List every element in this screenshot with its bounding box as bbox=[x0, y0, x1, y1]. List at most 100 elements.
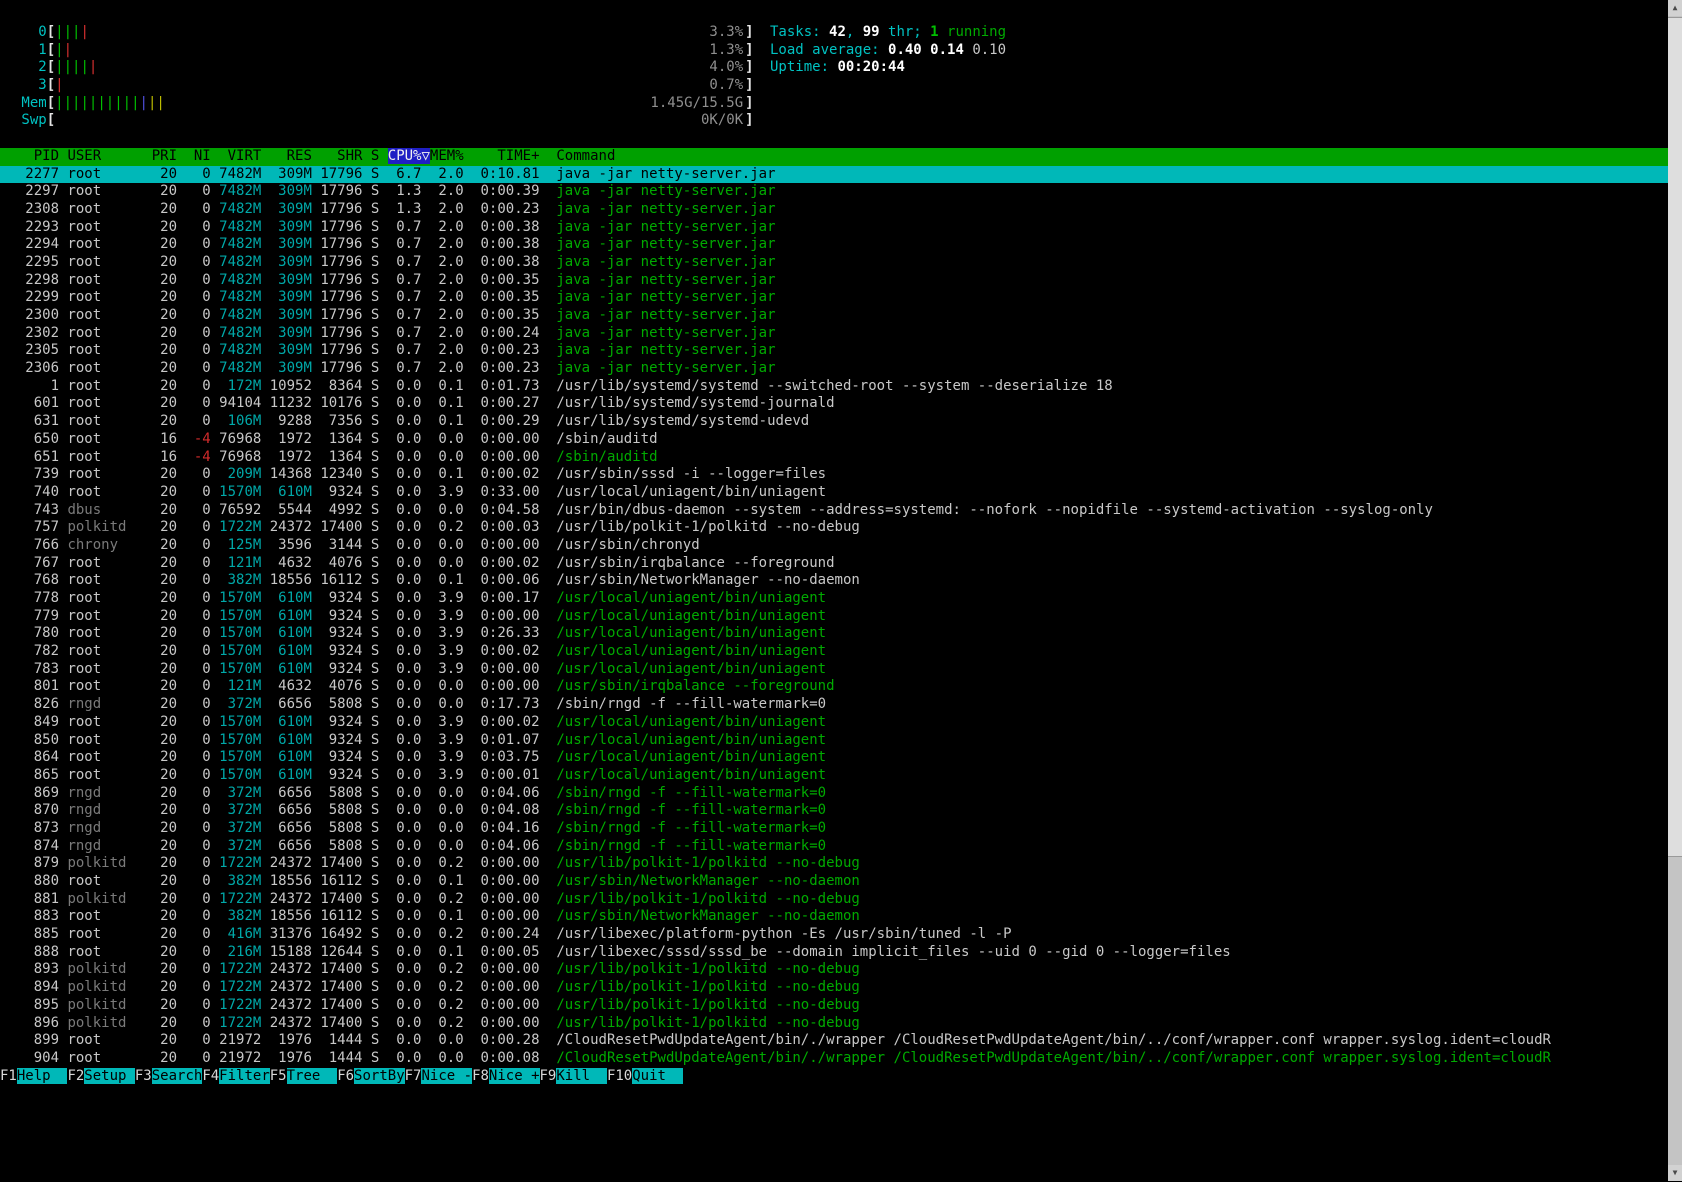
process-row[interactable]: 2306 root 20 0 7482M 309M 17796 S 0.7 2.… bbox=[0, 360, 1668, 378]
process-row[interactable]: 869 rngd 20 0 372M 6656 5808 S 0.0 0.0 0… bbox=[0, 785, 1668, 803]
scrollbar[interactable]: ▲ ▼ bbox=[1668, 0, 1682, 1181]
process-row[interactable]: 865 root 20 0 1570M 610M 9324 S 0.0 3.9 … bbox=[0, 767, 1668, 785]
fnkey-filter[interactable]: F4Filter bbox=[202, 1067, 270, 1084]
cell-shr: 17400 bbox=[320, 979, 371, 996]
process-row[interactable]: 2302 root 20 0 7482M 309M 17796 S 0.7 2.… bbox=[0, 325, 1668, 343]
cell-shr: 17400 bbox=[320, 1014, 371, 1031]
column-header-mem[interactable]: MEM% bbox=[430, 148, 472, 164]
fnkey-search[interactable]: F3Search bbox=[135, 1067, 203, 1084]
process-row[interactable]: 2295 root 20 0 7482M 309M 17796 S 0.7 2.… bbox=[0, 254, 1668, 272]
fnkey-help[interactable]: F1Help bbox=[0, 1067, 68, 1084]
process-row[interactable]: 743 dbus 20 0 76592 5544 4992 S 0.0 0.0 … bbox=[0, 502, 1668, 520]
process-row[interactable]: 873 rngd 20 0 372M 6656 5808 S 0.0 0.0 0… bbox=[0, 820, 1668, 838]
process-row[interactable]: 740 root 20 0 1570M 610M 9324 S 0.0 3.9 … bbox=[0, 484, 1668, 502]
fnkey-kill[interactable]: F9Kill bbox=[540, 1067, 607, 1084]
process-row[interactable]: 766 chrony 20 0 125M 3596 3144 S 0.0 0.0… bbox=[0, 537, 1668, 555]
process-row[interactable]: 801 root 20 0 121M 4632 4076 S 0.0 0.0 0… bbox=[0, 678, 1668, 696]
process-row[interactable]: 864 root 20 0 1570M 610M 9324 S 0.0 3.9 … bbox=[0, 749, 1668, 767]
process-row[interactable]: 870 rngd 20 0 372M 6656 5808 S 0.0 0.0 0… bbox=[0, 802, 1668, 820]
process-row[interactable]: 896 polkitd 20 0 1722M 24372 17400 S 0.0… bbox=[0, 1015, 1668, 1033]
column-header-command[interactable]: Command bbox=[556, 148, 615, 164]
process-row[interactable]: 767 root 20 0 121M 4632 4076 S 0.0 0.0 0… bbox=[0, 555, 1668, 573]
cell-user: root bbox=[67, 766, 152, 783]
cell-virt: 7482M bbox=[219, 342, 270, 359]
process-row[interactable]: 894 polkitd 20 0 1722M 24372 17400 S 0.0… bbox=[0, 979, 1668, 997]
process-row[interactable]: 893 polkitd 20 0 1722M 24372 17400 S 0.0… bbox=[0, 961, 1668, 979]
fnkey-setup[interactable]: F2Setup bbox=[67, 1067, 135, 1084]
process-row[interactable]: 2299 root 20 0 7482M 309M 17796 S 0.7 2.… bbox=[0, 289, 1668, 307]
cell-command: /usr/lib/polkit-1/polkitd --no-debug bbox=[556, 855, 860, 872]
process-row[interactable]: 850 root 20 0 1570M 610M 9324 S 0.0 3.9 … bbox=[0, 732, 1668, 750]
htop-screen: { "meters": [ {"label":"0","bars":["g","… bbox=[0, 0, 1682, 1181]
fnkey-quit[interactable]: F10Quit bbox=[607, 1067, 683, 1084]
process-row[interactable]: 780 root 20 0 1570M 610M 9324 S 0.0 3.9 … bbox=[0, 625, 1668, 643]
column-header-shr[interactable]: SHR bbox=[320, 148, 371, 164]
column-header-time[interactable]: TIME+ bbox=[472, 148, 556, 164]
cell-virt: 7482M bbox=[219, 200, 270, 217]
cell-pid: 896 bbox=[0, 1014, 68, 1031]
process-row[interactable]: 2308 root 20 0 7482M 309M 17796 S 1.3 2.… bbox=[0, 201, 1668, 219]
column-header-ni[interactable]: NI bbox=[185, 148, 219, 164]
column-header-user[interactable]: USER bbox=[67, 148, 151, 164]
process-row[interactable]: 651 root 16 -4 76968 1972 1364 S 0.0 0.0… bbox=[0, 449, 1668, 467]
process-row[interactable]: 904 root 20 0 21972 1976 1444 S 0.0 0.0 … bbox=[0, 1050, 1668, 1068]
process-row[interactable]: 782 root 20 0 1570M 610M 9324 S 0.0 3.9 … bbox=[0, 643, 1668, 661]
process-row[interactable]: 768 root 20 0 382M 18556 16112 S 0.0 0.1… bbox=[0, 572, 1668, 590]
process-row[interactable]: 883 root 20 0 382M 18556 16112 S 0.0 0.1… bbox=[0, 908, 1668, 926]
fnkey-tree[interactable]: F5Tree bbox=[270, 1067, 338, 1084]
process-row[interactable]: 631 root 20 0 106M 9288 7356 S 0.0 0.1 0… bbox=[0, 413, 1668, 431]
process-row[interactable]: 2277 root 20 0 7482M 309M 17796 S 6.7 2.… bbox=[0, 165, 1668, 184]
process-row[interactable]: 849 root 20 0 1570M 610M 9324 S 0.0 3.9 … bbox=[0, 714, 1668, 732]
cell-mem: 0.2 bbox=[429, 926, 473, 943]
process-row[interactable]: 778 root 20 0 1570M 610M 9324 S 0.0 3.9 … bbox=[0, 590, 1668, 608]
column-header-virt[interactable]: VIRT bbox=[219, 148, 270, 164]
process-row[interactable]: 601 root 20 0 94104 11232 10176 S 0.0 0.… bbox=[0, 395, 1668, 413]
cell-virt: 125M bbox=[219, 536, 270, 553]
column-header-state[interactable]: S bbox=[371, 148, 388, 164]
scroll-up-icon[interactable]: ▲ bbox=[1668, 0, 1682, 16]
cell-pri: 20 bbox=[151, 324, 186, 341]
scroll-down-icon[interactable]: ▼ bbox=[1668, 1165, 1682, 1181]
cell-state: S bbox=[370, 749, 388, 766]
cell-ni: 0 bbox=[185, 1014, 220, 1031]
process-row[interactable]: 888 root 20 0 216M 15188 12644 S 0.0 0.1… bbox=[0, 944, 1668, 962]
fnkey-nice-[interactable]: F8Nice + bbox=[472, 1067, 540, 1084]
fnkey-sortby[interactable]: F6SortBy bbox=[337, 1067, 405, 1084]
column-header-pri[interactable]: PRI bbox=[152, 148, 186, 164]
process-row[interactable]: 895 polkitd 20 0 1722M 24372 17400 S 0.0… bbox=[0, 997, 1668, 1015]
process-row[interactable]: 2297 root 20 0 7482M 309M 17796 S 1.3 2.… bbox=[0, 183, 1668, 201]
process-row[interactable]: 826 rngd 20 0 372M 6656 5808 S 0.0 0.0 0… bbox=[0, 696, 1668, 714]
process-row[interactable]: 2300 root 20 0 7482M 309M 17796 S 0.7 2.… bbox=[0, 307, 1668, 325]
process-row[interactable]: 2293 root 20 0 7482M 309M 17796 S 0.7 2.… bbox=[0, 219, 1668, 237]
cell-ni: 0 bbox=[185, 360, 220, 377]
process-row[interactable]: 2294 root 20 0 7482M 309M 17796 S 0.7 2.… bbox=[0, 236, 1668, 254]
column-header-cpu-sort[interactable]: CPU%▽ bbox=[387, 147, 430, 164]
cell-ni: 0 bbox=[185, 536, 220, 553]
process-row[interactable]: 783 root 20 0 1570M 610M 9324 S 0.0 3.9 … bbox=[0, 661, 1668, 679]
process-row[interactable]: 650 root 16 -4 76968 1972 1364 S 0.0 0.0… bbox=[0, 431, 1668, 449]
cell-cpu: 0.0 bbox=[387, 483, 430, 500]
cell-pid: 740 bbox=[0, 483, 68, 500]
cell-virt: 1570M bbox=[219, 607, 270, 624]
process-row[interactable]: 881 polkitd 20 0 1722M 24372 17400 S 0.0… bbox=[0, 891, 1668, 909]
process-row[interactable]: 874 rngd 20 0 372M 6656 5808 S 0.0 0.0 0… bbox=[0, 838, 1668, 856]
scrollbar-thumb[interactable] bbox=[1668, 17, 1682, 857]
cell-pid: 869 bbox=[0, 784, 68, 801]
process-row[interactable]: 885 root 20 0 416M 31376 16492 S 0.0 0.2… bbox=[0, 926, 1668, 944]
process-row[interactable]: 779 root 20 0 1570M 610M 9324 S 0.0 3.9 … bbox=[0, 608, 1668, 626]
process-row[interactable]: 2305 root 20 0 7482M 309M 17796 S 0.7 2.… bbox=[0, 342, 1668, 360]
column-header-pid[interactable]: PID bbox=[0, 148, 67, 164]
process-row[interactable]: 757 polkitd 20 0 1722M 24372 17400 S 0.0… bbox=[0, 519, 1668, 537]
cell-user: root bbox=[67, 873, 152, 889]
process-row[interactable]: 1 root 20 0 172M 10952 8364 S 0.0 0.1 0:… bbox=[0, 378, 1668, 396]
process-row[interactable]: 2298 root 20 0 7482M 309M 17796 S 0.7 2.… bbox=[0, 272, 1668, 290]
cell-pri: 20 bbox=[151, 819, 186, 836]
column-header-res[interactable]: RES bbox=[270, 148, 321, 164]
process-row[interactable]: 880 root 20 0 382M 18556 16112 S 0.0 0.1… bbox=[0, 873, 1668, 891]
process-row[interactable]: 899 root 20 0 21972 1976 1444 S 0.0 0.0 … bbox=[0, 1032, 1668, 1050]
cell-res: 24372 bbox=[269, 979, 321, 996]
process-row[interactable]: 879 polkitd 20 0 1722M 24372 17400 S 0.0… bbox=[0, 855, 1668, 873]
fnkey-nice-[interactable]: F7Nice - bbox=[405, 1067, 473, 1084]
process-row[interactable]: 739 root 20 0 209M 14368 12340 S 0.0 0.1… bbox=[0, 466, 1668, 484]
cell-res: 610M bbox=[269, 643, 321, 660]
